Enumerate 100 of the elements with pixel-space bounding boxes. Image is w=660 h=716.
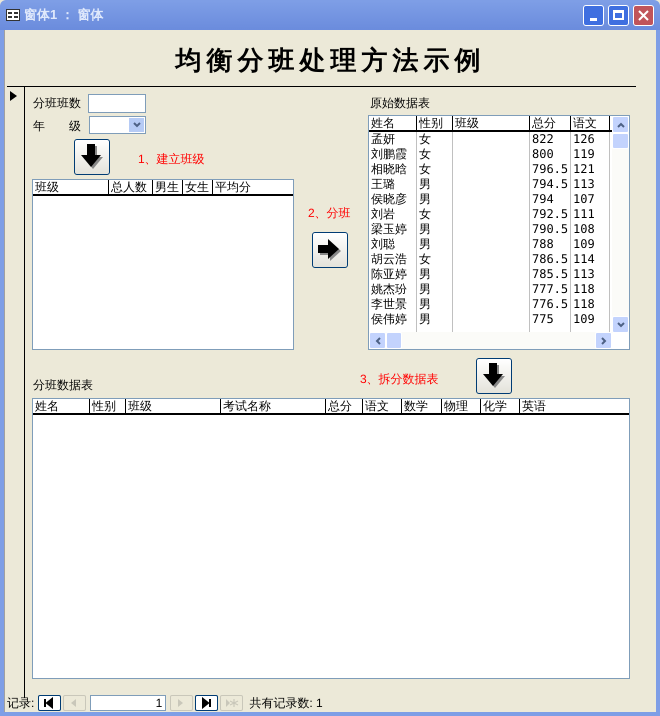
column-header[interactable]: 物理 [442, 399, 481, 413]
column-header[interactable]: 总分 [326, 399, 363, 413]
table-cell-text: 790.5 [531, 222, 570, 237]
column-header[interactable]: 性别 [90, 399, 126, 413]
triangle-star-icon [224, 697, 239, 709]
record-selector-icon [10, 91, 17, 101]
scroll-right-button[interactable] [595, 332, 612, 349]
arrow-button[interactable] [74, 139, 110, 175]
table-cell-text: 男 [418, 282, 432, 297]
table-cell-text: 118 [572, 297, 596, 312]
table-cell-text: 男 [418, 192, 432, 207]
column-header[interactable]: 姓名 [369, 116, 417, 130]
table-cell-text: 794.5 [531, 177, 570, 192]
step-label: 2、分班 [308, 205, 351, 222]
close-button[interactable] [633, 4, 654, 26]
field-label: 年 级 [33, 118, 81, 135]
table-cell-text: 侯伟婷 [370, 312, 408, 327]
column-header[interactable]: 女生 [183, 180, 213, 194]
table-cell-text: 男 [418, 222, 432, 237]
table-cell-text: 姚杰玢 [370, 282, 408, 297]
table-cell-text: 女 [418, 147, 432, 162]
scroll-left-button[interactable] [369, 332, 386, 349]
arrow-button[interactable] [312, 232, 348, 268]
record-number-field[interactable]: 1 [90, 695, 166, 711]
table-cell-text: 女 [418, 162, 432, 177]
table-cell-text: 822 [531, 132, 555, 147]
table-cell-text: 775 [531, 312, 555, 327]
record-label: 记录: [7, 695, 34, 712]
column-header[interactable]: 语文 [571, 116, 610, 130]
chevron-right-icon [600, 336, 606, 344]
vertical-scrollbar[interactable] [612, 116, 629, 333]
table-cell-text: 107 [572, 192, 596, 207]
skip-forward-icon [200, 697, 214, 709]
table-cell-text: 776.5 [531, 297, 570, 312]
table-cell-text: 刘鹏霞 [370, 147, 408, 162]
column-header[interactable]: 总人数 [109, 180, 153, 194]
column-header[interactable]: 班级 [33, 180, 109, 194]
last-record-button[interactable] [195, 695, 218, 711]
table-cell-text: 108 [572, 222, 596, 237]
table-cell-text: 786.5 [531, 252, 570, 267]
field-label: 分班班数 [33, 95, 81, 112]
column-header[interactable]: 考试名称 [221, 399, 326, 413]
scroll-thumb[interactable] [612, 133, 629, 149]
table-cell-text: 男 [418, 237, 432, 252]
table-cell-text: 女 [418, 252, 432, 267]
horizontal-scrollbar[interactable] [369, 332, 612, 349]
table-cell-text: 111 [572, 207, 596, 222]
column-header[interactable]: 姓名 [33, 399, 90, 413]
table-cell-text: 794 [531, 192, 555, 207]
column-header[interactable]: 班级 [126, 399, 221, 413]
class-count-field[interactable] [88, 94, 146, 113]
table-title: 分班数据表 [33, 377, 93, 394]
table-cell-text: 113 [572, 267, 596, 282]
class-list[interactable]: 班级 总人数 男生 女生 平均分 [32, 179, 294, 350]
chevron-left-icon [374, 336, 380, 344]
maximize-button[interactable] [608, 4, 629, 26]
column-header[interactable]: 男生 [153, 180, 183, 194]
column-header[interactable]: 平均分 [213, 180, 293, 194]
grade-dropdown[interactable] [89, 116, 146, 134]
table-cell-text: 800 [531, 147, 555, 162]
column-header[interactable]: 数学 [402, 399, 442, 413]
column-header[interactable]: 英语 [520, 399, 629, 413]
scroll-thumb[interactable] [386, 332, 402, 349]
arrow-button[interactable] [476, 358, 512, 394]
right-arrow-icon [318, 239, 342, 261]
table-cell-text: 女 [418, 207, 432, 222]
step-label: 1、建立班级 [138, 151, 205, 168]
table-cell-text: 785.5 [531, 267, 570, 282]
chevron-down-icon [616, 322, 624, 328]
table-cell-text: 126 [572, 132, 596, 147]
chevron-down-icon [132, 122, 140, 128]
first-record-button[interactable] [38, 695, 62, 711]
down-arrow-icon [80, 144, 104, 170]
table-cell-text: 侯晓彦 [370, 192, 408, 207]
column-header[interactable]: 总分 [530, 116, 571, 130]
window-title: 窗体1 ： 窗体 [24, 6, 104, 24]
column-header[interactable]: 化学 [481, 399, 520, 413]
table-cell-text: 胡云浩 [370, 252, 408, 267]
step-label: 3、拆分数据表 [360, 371, 439, 388]
scroll-down-button[interactable] [612, 316, 629, 333]
form-heading: 均衡分班处理方法示例 [174, 44, 486, 78]
column-header[interactable]: 语文 [363, 399, 402, 413]
column-header[interactable]: 性别 [417, 116, 453, 130]
table-cell-text: 孟妍 [370, 132, 396, 147]
scroll-up-button[interactable] [612, 116, 629, 133]
table-cell-text: 男 [418, 267, 432, 282]
table-cell-text: 788 [531, 237, 555, 252]
table-cell-text: 113 [572, 177, 596, 192]
table-cell-text: 男 [418, 177, 432, 192]
down-arrow-icon [482, 363, 506, 389]
column-header[interactable]: 班级 [453, 116, 530, 130]
table-title: 原始数据表 [370, 95, 430, 112]
table-cell-text: 109 [572, 312, 596, 327]
table-cell-text: 刘聪 [370, 237, 396, 252]
minimize-button[interactable] [583, 4, 604, 26]
table-cell-text: 109 [572, 237, 596, 252]
table-cell-text: 相晓晗 [370, 162, 408, 177]
chevron-up-icon [616, 122, 624, 128]
table-cell-text: 121 [572, 162, 596, 177]
table-cell-text: 114 [572, 252, 596, 267]
